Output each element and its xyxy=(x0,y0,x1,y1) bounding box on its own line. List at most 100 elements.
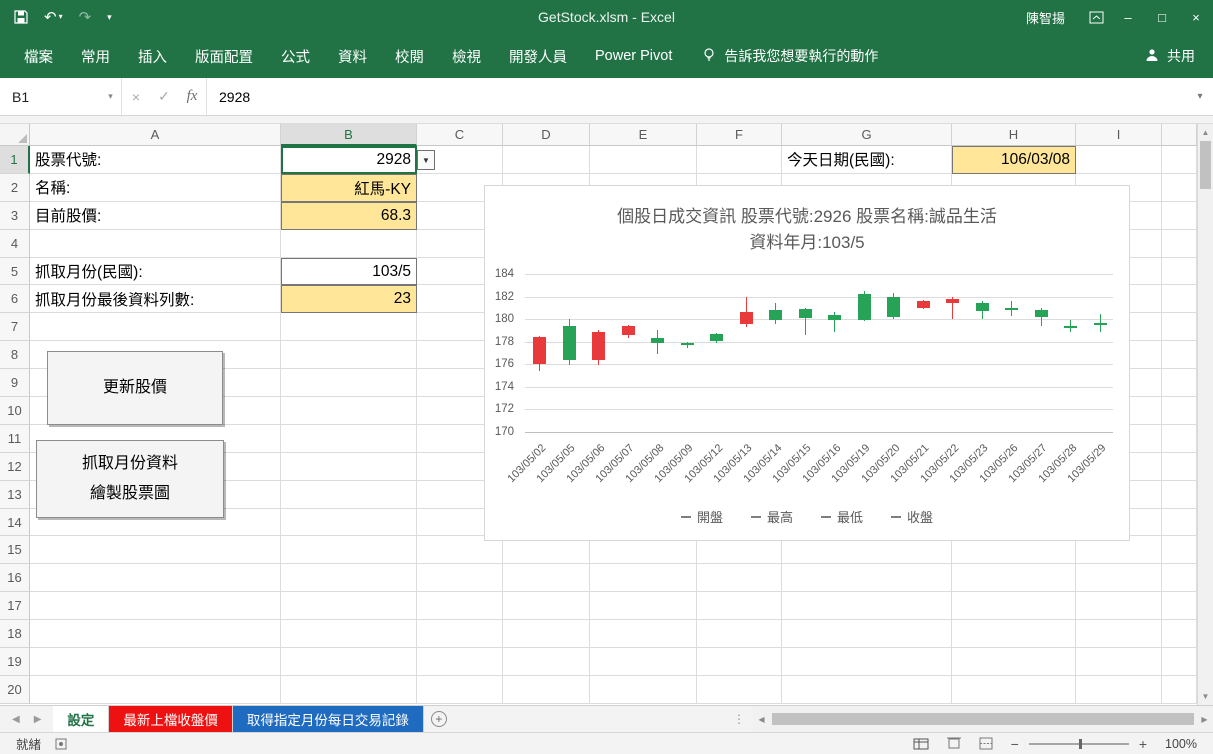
cell-C19[interactable] xyxy=(417,648,503,676)
cell-G17[interactable] xyxy=(782,592,952,620)
cell-A20[interactable] xyxy=(30,676,281,704)
row-header-7[interactable]: 7 xyxy=(0,313,30,341)
legend-item-最高[interactable]: 最高 xyxy=(751,507,793,526)
cell-I16[interactable] xyxy=(1076,564,1162,592)
cell-A18[interactable] xyxy=(30,620,281,648)
horizontal-scroll-thumb[interactable] xyxy=(772,713,1194,725)
vertical-scrollbar[interactable]: ▲ ▼ xyxy=(1197,124,1213,705)
page-break-view-icon[interactable] xyxy=(979,737,993,750)
cell-H19[interactable] xyxy=(952,648,1076,676)
column-header-G[interactable]: G xyxy=(782,124,952,146)
cell-H18[interactable] xyxy=(952,620,1076,648)
maximize-button[interactable]: □ xyxy=(1145,0,1179,34)
sheet-tab-2[interactable]: 取得指定月份每日交易記錄 xyxy=(233,706,424,732)
ribbon-tab-常用[interactable]: 常用 xyxy=(67,34,124,78)
name-box[interactable]: B1 xyxy=(0,78,100,115)
column-header-B[interactable]: B xyxy=(281,124,417,146)
fetch-month-draw-chart-button[interactable]: 抓取月份資料繪製股票圖 xyxy=(36,440,224,518)
cell-overflow12[interactable] xyxy=(1162,453,1197,481)
cell-overflow15[interactable] xyxy=(1162,536,1197,564)
minimize-button[interactable]: – xyxy=(1111,0,1145,34)
cell-B15[interactable] xyxy=(281,536,417,564)
share-button[interactable]: 共用 xyxy=(1145,46,1195,66)
row-header-12[interactable]: 12 xyxy=(0,453,30,481)
column-header-F[interactable]: F xyxy=(697,124,782,146)
cell-A2[interactable]: 名稱: xyxy=(30,174,281,202)
cell-overflow7[interactable] xyxy=(1162,313,1197,341)
cell-E17[interactable] xyxy=(590,592,697,620)
legend-item-開盤[interactable]: 開盤 xyxy=(681,507,723,526)
row-header-5[interactable]: 5 xyxy=(0,258,30,286)
cell-F20[interactable] xyxy=(697,676,782,704)
cell-F16[interactable] xyxy=(697,564,782,592)
row-header-1[interactable]: 1 xyxy=(0,146,30,174)
cell-overflow20[interactable] xyxy=(1162,676,1197,704)
zoom-level[interactable]: 100% xyxy=(1165,737,1197,751)
cell-B18[interactable] xyxy=(281,620,417,648)
sheet-tab-0[interactable]: 設定 xyxy=(53,706,109,732)
cell-B13[interactable] xyxy=(281,481,417,509)
cell-D19[interactable] xyxy=(503,648,590,676)
cell-D1[interactable] xyxy=(503,146,590,174)
cell-overflow1[interactable] xyxy=(1162,146,1197,174)
cell-D18[interactable] xyxy=(503,620,590,648)
ribbon-tab-公式[interactable]: 公式 xyxy=(267,34,324,78)
cell-H17[interactable] xyxy=(952,592,1076,620)
cell-overflow18[interactable] xyxy=(1162,620,1197,648)
cell-B10[interactable] xyxy=(281,397,417,425)
cell-overflow3[interactable] xyxy=(1162,202,1197,230)
scroll-left-icon[interactable]: ◀ xyxy=(753,715,770,724)
qat-customize-button[interactable]: ▾ xyxy=(107,13,112,22)
signed-in-user[interactable]: 陳智揚 xyxy=(1026,8,1065,27)
cell-E18[interactable] xyxy=(590,620,697,648)
cell-overflow16[interactable] xyxy=(1162,564,1197,592)
insert-function-icon[interactable]: fx xyxy=(178,88,206,105)
sheet-tab-1[interactable]: 最新上檔收盤價 xyxy=(109,706,233,732)
column-header-E[interactable]: E xyxy=(590,124,697,146)
ribbon-tab-開發人員[interactable]: 開發人員 xyxy=(495,34,581,78)
ribbon-tab-插入[interactable]: 插入 xyxy=(124,34,181,78)
cell-B19[interactable] xyxy=(281,648,417,676)
formula-bar-expand-icon[interactable]: ▾ xyxy=(1187,78,1213,115)
cell-G19[interactable] xyxy=(782,648,952,676)
cell-H20[interactable] xyxy=(952,676,1076,704)
row-header-11[interactable]: 11 xyxy=(0,425,30,453)
cell-A16[interactable] xyxy=(30,564,281,592)
tab-scroll-splitter[interactable]: ⋮ xyxy=(725,706,753,732)
cell-B6[interactable]: 23 xyxy=(281,285,417,313)
cell-B8[interactable] xyxy=(281,341,417,369)
cell-G20[interactable] xyxy=(782,676,952,704)
cell-I19[interactable] xyxy=(1076,648,1162,676)
cancel-entry-icon[interactable]: × xyxy=(122,89,150,105)
cell-B7[interactable] xyxy=(281,313,417,341)
cell-overflow4[interactable] xyxy=(1162,230,1197,258)
cell-B11[interactable] xyxy=(281,425,417,453)
cell-B3[interactable]: 68.3 xyxy=(281,202,417,230)
cell-overflow6[interactable] xyxy=(1162,285,1197,313)
cell-F17[interactable] xyxy=(697,592,782,620)
scroll-right-icon[interactable]: ▶ xyxy=(1196,715,1213,724)
update-price-button[interactable]: 更新股價 xyxy=(47,351,223,425)
column-header-D[interactable]: D xyxy=(503,124,590,146)
cell-B14[interactable] xyxy=(281,509,417,537)
cell-overflow10[interactable] xyxy=(1162,397,1197,425)
row-header-19[interactable]: 19 xyxy=(0,648,30,676)
vertical-scroll-thumb[interactable] xyxy=(1200,141,1211,189)
row-header-20[interactable]: 20 xyxy=(0,676,30,704)
cell-I17[interactable] xyxy=(1076,592,1162,620)
vertical-scroll-track[interactable] xyxy=(1198,189,1213,688)
scroll-down-icon[interactable]: ▼ xyxy=(1198,688,1213,705)
row-header-13[interactable]: 13 xyxy=(0,481,30,509)
undo-button[interactable]: ↶▾ xyxy=(44,10,63,25)
legend-item-最低[interactable]: 最低 xyxy=(821,507,863,526)
legend-item-收盤[interactable]: 收盤 xyxy=(891,507,933,526)
row-header-2[interactable]: 2 xyxy=(0,174,30,202)
zoom-out-button[interactable]: − xyxy=(1011,736,1019,752)
ribbon-tab-power-pivot[interactable]: Power Pivot xyxy=(581,34,686,78)
cell-E19[interactable] xyxy=(590,648,697,676)
cell-F1[interactable] xyxy=(697,146,782,174)
ribbon-tab-資料[interactable]: 資料 xyxy=(324,34,381,78)
cell-A7[interactable] xyxy=(30,313,281,341)
ribbon-display-options-icon[interactable] xyxy=(1081,0,1111,34)
cell-A4[interactable] xyxy=(30,230,281,258)
